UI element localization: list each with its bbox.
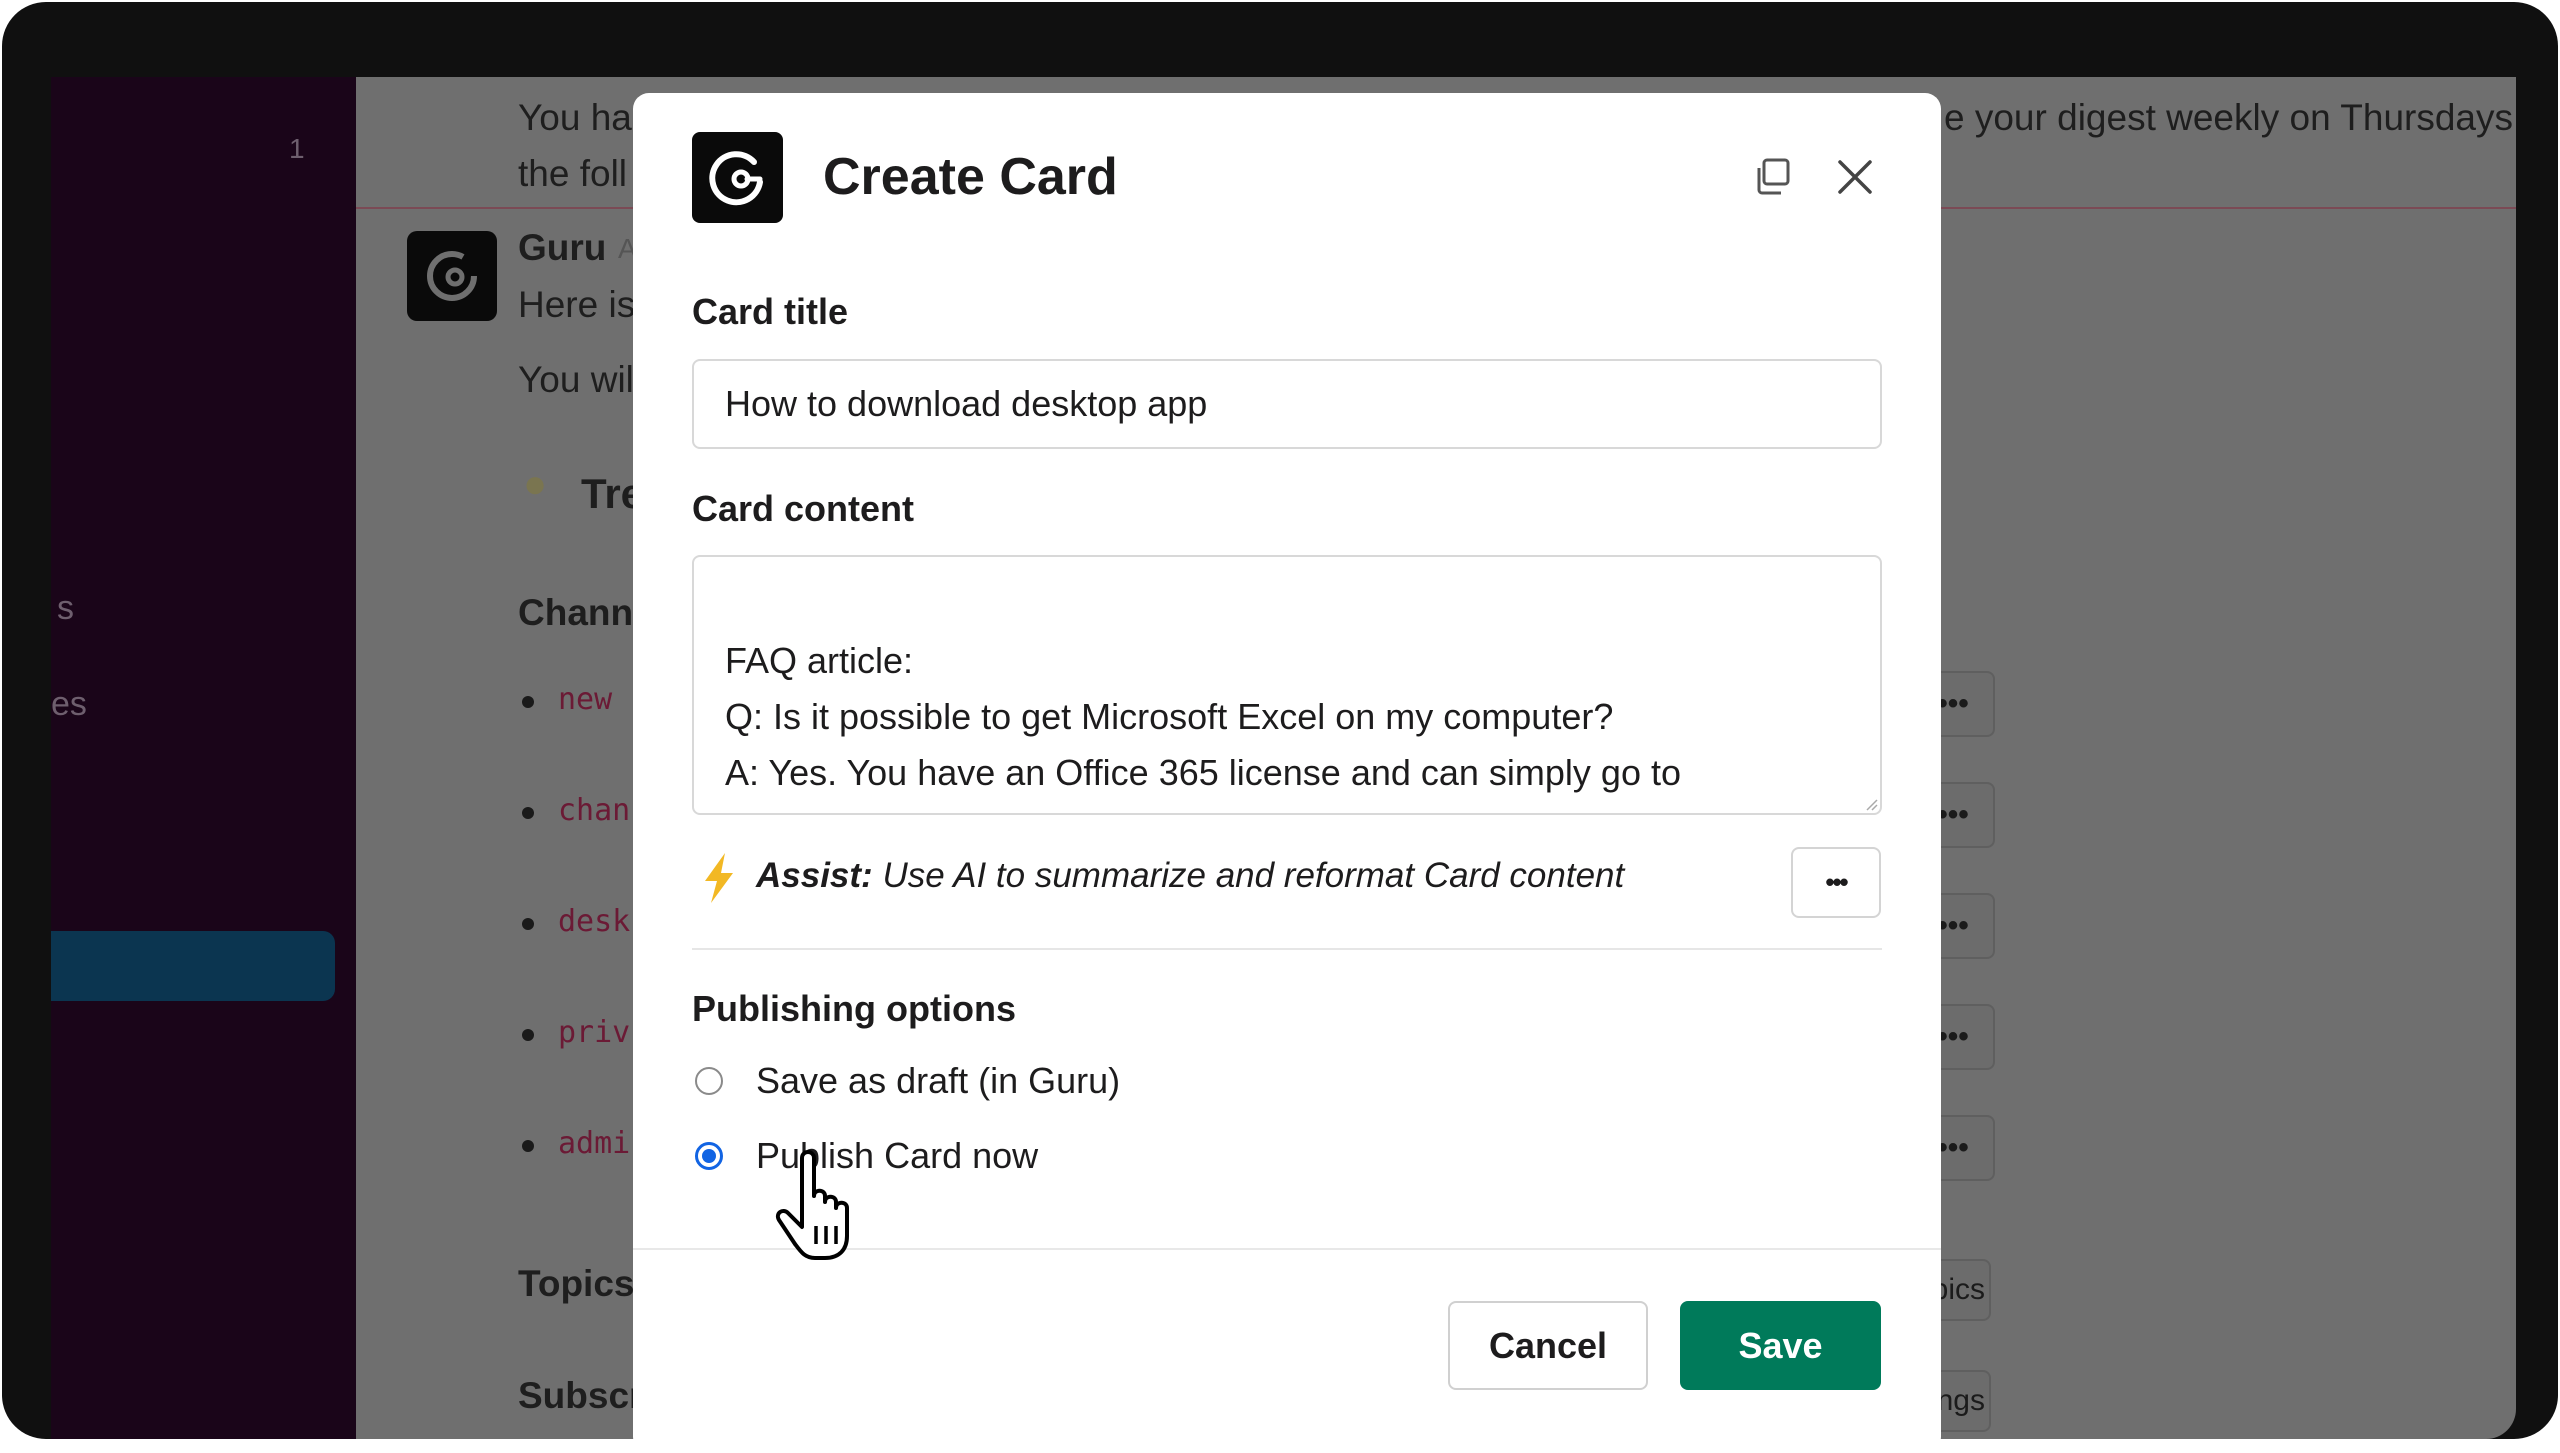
guru-logo-icon [709, 151, 763, 206]
content-line: FAQ article: [725, 640, 914, 681]
intro-text: You ha [518, 97, 632, 138]
bot-name[interactable]: Guru [518, 227, 606, 269]
message-text: You wil [518, 359, 634, 400]
message-text: Here is [518, 284, 636, 325]
guru-logo [692, 132, 783, 223]
close-icon[interactable] [1835, 157, 1875, 197]
divider [692, 948, 1882, 950]
assist-label: Assist: [756, 856, 873, 895]
card-content-label: Card content [692, 488, 915, 529]
sidebar-item-selected[interactable] [51, 931, 335, 1001]
sidebar-item[interactable]: es [51, 685, 87, 724]
channel-link[interactable]: admi [558, 1126, 630, 1161]
unread-badge: 1 [289, 133, 305, 164]
publishing-options-label: Publishing options [692, 988, 1016, 1029]
cancel-button[interactable]: Cancel [1448, 1301, 1648, 1390]
resize-handle-icon[interactable] [1862, 795, 1878, 811]
card-title-value: How to download desktop app [725, 383, 1208, 424]
bullet [522, 807, 534, 819]
radio-button-selected[interactable] [695, 1142, 723, 1170]
modal-title: Create Card [823, 148, 1118, 206]
card-title-input[interactable]: How to download desktop app [692, 359, 1882, 449]
content-line: A: Yes. You have an Office 365 license a… [725, 752, 1682, 793]
bullet [522, 1140, 534, 1152]
assist-description: Use AI to summarize and reformat Card co… [882, 856, 1625, 895]
bullet [522, 696, 534, 708]
sidebar: 1 s es [51, 77, 356, 1439]
bullet [522, 918, 534, 930]
channel-link[interactable]: desk [558, 904, 630, 939]
card-content-textarea[interactable]: FAQ article: Q: Is it possible to get Mi… [692, 555, 1882, 815]
assist-text: Assist: Use AI to summarize and reformat… [756, 856, 1624, 896]
lightbulb-icon: ● [523, 462, 548, 506]
intro-text: the foll [518, 153, 628, 194]
channel-link[interactable]: chan [558, 793, 630, 828]
assist-more-button[interactable]: ••• [1791, 847, 1881, 918]
bullet [522, 1029, 534, 1041]
content-line [725, 577, 1681, 633]
save-button[interactable]: Save [1680, 1301, 1881, 1390]
intro-text-end: e your digest weekly on Thursdays [1944, 97, 2514, 138]
channel-link[interactable]: new [558, 682, 612, 717]
card-content-text: FAQ article: Q: Is it possible to get Mi… [725, 577, 1681, 801]
channel-link[interactable]: priv [558, 1015, 630, 1050]
content-line: Q: Is it possible to get Microsoft Excel… [725, 696, 1614, 737]
topics-heading: Topics [518, 1263, 635, 1304]
guru-avatar[interactable] [407, 231, 497, 321]
guru-logo-icon [427, 251, 477, 301]
radio-option-draft[interactable]: Save as draft (in Guru) [692, 1059, 1120, 1103]
hand-cursor-icon [776, 1150, 849, 1260]
lightning-icon [705, 853, 733, 903]
radio-button[interactable] [695, 1067, 723, 1095]
sidebar-item[interactable]: s [57, 589, 74, 628]
radio-label: Save as draft (in Guru) [756, 1060, 1121, 1101]
copy-icon[interactable] [1751, 156, 1793, 198]
card-title-label: Card title [692, 291, 849, 332]
